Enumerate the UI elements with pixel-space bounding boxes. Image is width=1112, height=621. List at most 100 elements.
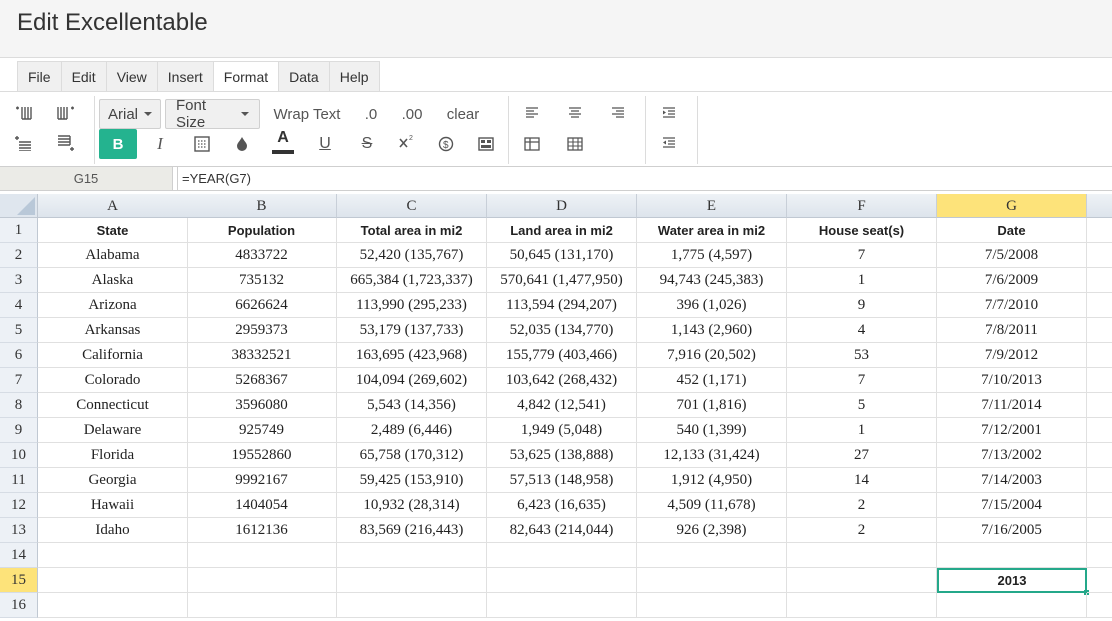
font-family-dropdown[interactable]: Arial — [99, 99, 161, 129]
cell-f3[interactable]: 1 — [787, 268, 937, 293]
row-header-6[interactable]: 6 — [0, 343, 38, 368]
row-header-8[interactable]: 8 — [0, 393, 38, 418]
cell-d16[interactable] — [487, 593, 637, 618]
cell-e11[interactable]: 1,912 (4,950) — [637, 468, 787, 493]
column-header-g[interactable]: G — [937, 194, 1087, 218]
cell-d8[interactable]: 4,842 (12,541) — [487, 393, 637, 418]
cell-g5[interactable]: 7/8/2011 — [937, 318, 1087, 343]
menu-edit[interactable]: Edit — [60, 61, 106, 92]
font-size-dropdown[interactable]: Font Size — [165, 97, 260, 131]
cell-c1[interactable]: Total area in mi2 — [337, 218, 487, 243]
row-header-14[interactable]: 14 — [0, 543, 38, 568]
row-header-3[interactable]: 3 — [0, 268, 38, 293]
insert-column-left-icon[interactable] — [12, 102, 36, 124]
cell-d6[interactable]: 155,779 (403,466) — [487, 343, 637, 368]
wrap-text-button[interactable]: Wrap Text — [270, 99, 344, 129]
cell-g10[interactable]: 7/13/2002 — [937, 443, 1087, 468]
column-header-f[interactable]: F — [787, 194, 937, 218]
cell-next-column[interactable] — [1087, 443, 1112, 468]
freeze-panes-icon[interactable] — [520, 132, 544, 156]
cell-c9[interactable]: 2,489 (6,446) — [337, 418, 487, 443]
cell-d2[interactable]: 50,645 (131,170) — [487, 243, 637, 268]
cell-f11[interactable]: 14 — [787, 468, 937, 493]
column-header-next[interactable] — [1087, 194, 1112, 218]
cell-b2[interactable]: 4833722 — [187, 243, 337, 268]
cell-g6[interactable]: 7/9/2012 — [937, 343, 1087, 368]
cell-b1[interactable]: Population — [187, 218, 337, 243]
bold-button[interactable]: B — [99, 129, 137, 159]
cell-b8[interactable]: 3596080 — [187, 393, 337, 418]
cell-a11[interactable]: Georgia — [38, 468, 188, 493]
row-header-16[interactable]: 16 — [0, 593, 38, 618]
cell-d4[interactable]: 113,594 (294,207) — [487, 293, 637, 318]
cell-a7[interactable]: Colorado — [38, 368, 188, 393]
row-header-11[interactable]: 11 — [0, 468, 38, 493]
cell-next-column[interactable] — [1087, 293, 1112, 318]
row-header-9[interactable]: 9 — [0, 418, 38, 443]
cell-next-column[interactable] — [1087, 468, 1112, 493]
insert-row-above-icon[interactable] — [12, 132, 36, 154]
cell-c2[interactable]: 52,420 (135,767) — [337, 243, 487, 268]
cell-g3[interactable]: 7/6/2009 — [937, 268, 1087, 293]
select-all-corner[interactable] — [0, 194, 38, 218]
text-color-icon[interactable]: A — [270, 127, 296, 157]
cell-e8[interactable]: 701 (1,816) — [637, 393, 787, 418]
formula-input[interactable]: =YEAR(G7) — [177, 167, 1112, 190]
align-right-icon[interactable] — [606, 102, 630, 124]
cell-e10[interactable]: 12,133 (31,424) — [637, 443, 787, 468]
row-header-15[interactable]: 15 — [0, 568, 38, 593]
cell-c5[interactable]: 53,179 (137,733) — [337, 318, 487, 343]
cell-g8[interactable]: 7/11/2014 — [937, 393, 1087, 418]
cell-f9[interactable]: 1 — [787, 418, 937, 443]
cell-next-column[interactable] — [1087, 268, 1112, 293]
align-left-icon[interactable] — [520, 102, 544, 124]
menu-help[interactable]: Help — [328, 61, 380, 92]
cell-d13[interactable]: 82,643 (214,044) — [487, 518, 637, 543]
cell-next-column[interactable] — [1087, 343, 1112, 368]
cell-a4[interactable]: Arizona — [38, 293, 188, 318]
cell-g11[interactable]: 7/14/2003 — [937, 468, 1087, 493]
menu-format[interactable]: Format — [212, 61, 279, 92]
cell-a8[interactable]: Connecticut — [38, 393, 188, 418]
cell-e15[interactable] — [637, 568, 787, 593]
cell-f10[interactable]: 27 — [787, 443, 937, 468]
cell-b7[interactable]: 5268367 — [187, 368, 337, 393]
row-header-2[interactable]: 2 — [0, 243, 38, 268]
cell-c10[interactable]: 65,758 (170,312) — [337, 443, 487, 468]
cell-c3[interactable]: 665,384 (1,723,337) — [337, 268, 487, 293]
row-header-12[interactable]: 12 — [0, 493, 38, 518]
insert-row-below-icon[interactable] — [54, 132, 78, 154]
column-header-e[interactable]: E — [637, 194, 787, 218]
cell-e4[interactable]: 396 (1,026) — [637, 293, 787, 318]
cell-b3[interactable]: 735132 — [187, 268, 337, 293]
selected-cell[interactable]: 2013 — [937, 568, 1087, 593]
fill-color-icon[interactable] — [230, 132, 254, 156]
cell-f6[interactable]: 53 — [787, 343, 937, 368]
cell-d3[interactable]: 570,641 (1,477,950) — [487, 268, 637, 293]
cell-next-column[interactable] — [1087, 493, 1112, 518]
clear-button[interactable]: clear — [442, 99, 484, 129]
cell-f8[interactable]: 5 — [787, 393, 937, 418]
cell-f13[interactable]: 2 — [787, 518, 937, 543]
cell-b11[interactable]: 9992167 — [187, 468, 337, 493]
borders-icon[interactable] — [190, 132, 214, 156]
cell-next-column[interactable] — [1087, 593, 1112, 618]
cell-d14[interactable] — [487, 543, 637, 568]
cell-next-column[interactable] — [1087, 418, 1112, 443]
cell-a16[interactable] — [38, 593, 188, 618]
cell-e6[interactable]: 7,916 (20,502) — [637, 343, 787, 368]
cell-b6[interactable]: 38332521 — [187, 343, 337, 368]
cell-g4[interactable]: 7/7/2010 — [937, 293, 1087, 318]
cell-a3[interactable]: Alaska — [38, 268, 188, 293]
cell-c12[interactable]: 10,932 (28,314) — [337, 493, 487, 518]
menu-data[interactable]: Data — [278, 61, 329, 92]
row-header-5[interactable]: 5 — [0, 318, 38, 343]
cell-e13[interactable]: 926 (2,398) — [637, 518, 787, 543]
indent-increase-icon[interactable] — [657, 102, 681, 124]
cell-c16[interactable] — [337, 593, 487, 618]
cell-b13[interactable]: 1612136 — [187, 518, 337, 543]
cell-next-column[interactable] — [1087, 368, 1112, 393]
menu-file[interactable]: File — [17, 61, 61, 92]
cell-a15[interactable] — [38, 568, 188, 593]
cell-e12[interactable]: 4,509 (11,678) — [637, 493, 787, 518]
